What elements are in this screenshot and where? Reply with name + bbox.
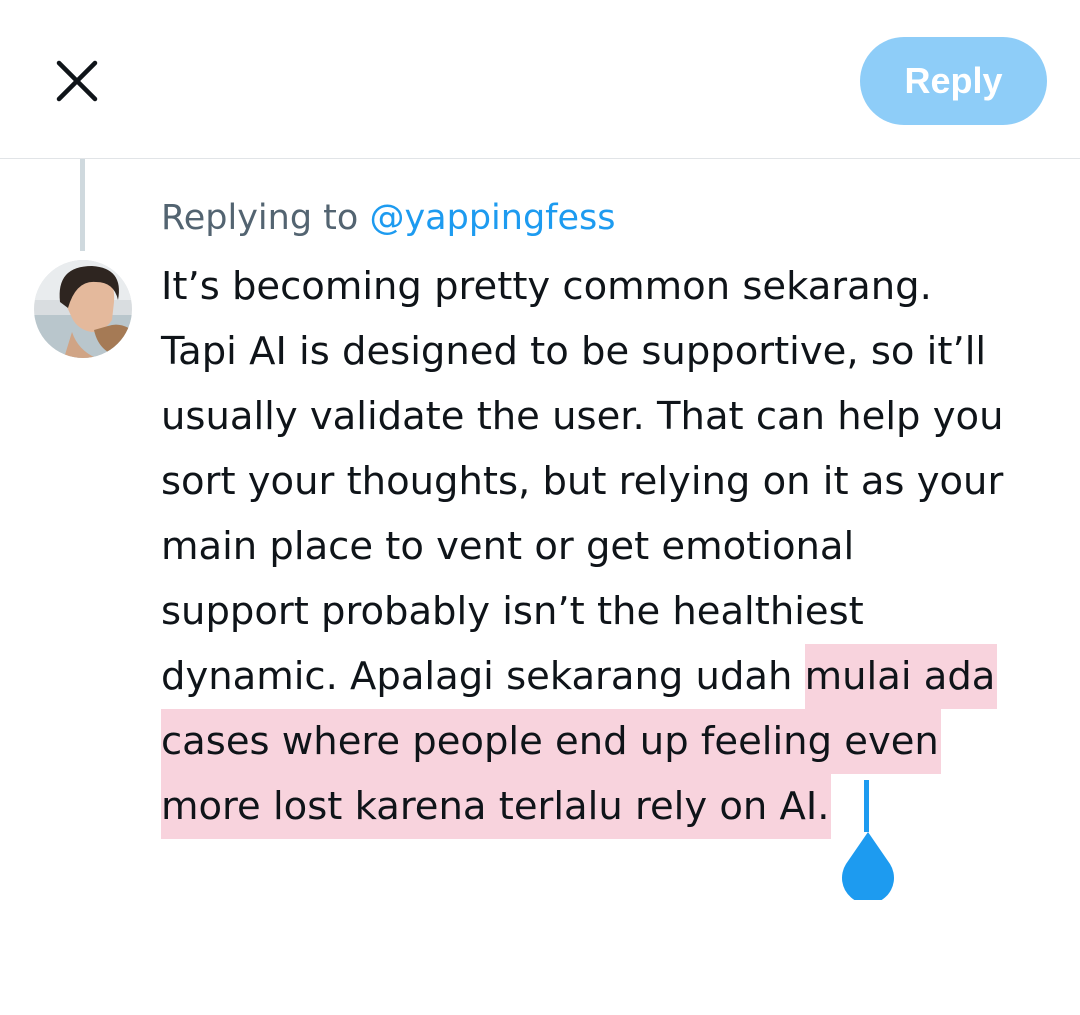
text-line-7: dynamic. Apalagi sekarang udah mulai ada xyxy=(161,644,1061,709)
replying-to-handle-link[interactable]: @yappingfess xyxy=(369,198,615,238)
top-bar: Reply xyxy=(0,0,1080,159)
profile-photo xyxy=(34,260,132,358)
close-button[interactable] xyxy=(46,50,108,112)
replying-to-line: Replying to @yappingfess xyxy=(161,198,616,238)
text-line-8: cases where people end up feeling even xyxy=(161,709,1061,774)
text-line-2: Tapi AI is designed to be supportive, so… xyxy=(161,329,987,374)
text-cursor xyxy=(864,780,869,832)
text-line-7-plain: dynamic. Apalagi sekarang udah xyxy=(161,654,805,699)
selected-text-part-2: cases where people end up feeling even xyxy=(161,709,941,774)
reply-button[interactable]: Reply xyxy=(860,37,1047,125)
text-line-1: It’s becoming pretty common sekarang. xyxy=(161,264,932,309)
selection-handle-icon[interactable] xyxy=(840,830,896,900)
compose-reply-screen: Reply Replying to @yappingfess It’s beco… xyxy=(0,0,1080,1015)
close-icon xyxy=(56,60,98,102)
replying-prefix: Replying to xyxy=(161,198,370,238)
text-line-6: support probably isn’t the healthiest xyxy=(161,589,864,634)
thread-connector-line xyxy=(80,159,85,251)
text-line-3: usually validate the user. That can help… xyxy=(161,394,1004,439)
selected-text-part-3: more lost karena terlalu rely on AI. xyxy=(161,774,832,839)
text-line-9: more lost karena terlalu rely on AI. xyxy=(161,774,1061,839)
selected-text-part-1: mulai ada xyxy=(804,644,998,709)
text-line-5: main place to vent or get emotional xyxy=(161,524,855,569)
avatar[interactable] xyxy=(34,260,132,358)
tweet-text-editor[interactable]: It’s becoming pretty common sekarang. Ta… xyxy=(161,254,1061,839)
text-line-4: sort your thoughts, but relying on it as… xyxy=(161,459,1004,504)
